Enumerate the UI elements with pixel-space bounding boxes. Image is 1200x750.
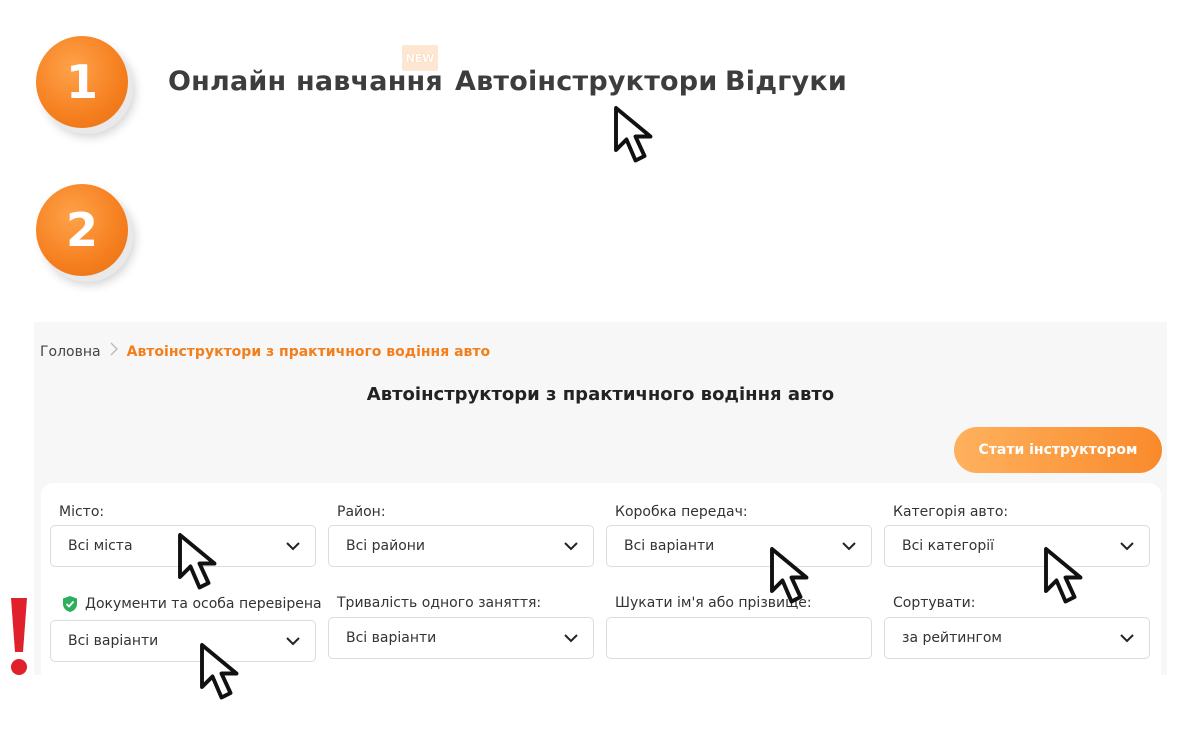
chevron-down-icon — [564, 634, 578, 643]
chevron-down-icon — [1120, 634, 1134, 643]
gearbox-label: Коробка передач: — [615, 504, 748, 520]
verified-value: Всі варіанти — [68, 633, 159, 649]
chevron-down-icon — [842, 542, 856, 551]
district-label: Район: — [337, 504, 386, 520]
become-instructor-button[interactable]: Стати інструктором — [954, 427, 1162, 473]
page-title: Автоінструктори з практичного водіння ав… — [366, 384, 835, 405]
duration-value: Всі варіанти — [346, 630, 437, 646]
breadcrumb: Головна Автоінструктори з практичного вод… — [40, 342, 490, 360]
city-value: Всі міста — [68, 538, 133, 554]
sort-value: за рейтингом — [902, 630, 1002, 646]
mouse-cursor-icon — [1042, 546, 1104, 612]
step-2-number: 2 — [65, 203, 98, 257]
category-select[interactable]: Всі категорії — [884, 525, 1150, 567]
chevron-down-icon — [286, 542, 300, 551]
instructors-page-panel: Головна Автоінструктори з практичного вод… — [34, 322, 1167, 675]
verified-shield-icon — [63, 596, 77, 612]
category-value: Всі категорії — [902, 538, 995, 554]
mouse-cursor-icon — [612, 105, 674, 171]
gearbox-value: Всі варіанти — [624, 538, 715, 554]
nav-reviews[interactable]: Відгуки — [725, 66, 847, 97]
city-label: Місто: — [59, 504, 105, 520]
mouse-cursor-icon — [176, 532, 238, 598]
step-1-badge: 1 — [36, 36, 128, 128]
verified-label: Документи та особа перевірена — [85, 596, 322, 612]
verified-select[interactable]: Всі варіанти — [50, 620, 316, 662]
duration-select[interactable]: Всі варіанти — [328, 617, 594, 659]
duration-label: Тривалість одного заняття: — [337, 595, 542, 611]
chevron-down-icon — [1120, 542, 1134, 551]
step-1-number: 1 — [65, 55, 98, 109]
new-badge-text: NEW — [405, 51, 435, 65]
nav-instructors[interactable]: Автоінструктори — [455, 66, 717, 97]
sort-label: Сортувати: — [893, 595, 976, 611]
exclamation-warning-icon — [11, 598, 27, 675]
mouse-cursor-icon — [768, 546, 830, 612]
chevron-down-icon — [564, 542, 578, 551]
breadcrumb-separator-icon — [109, 342, 119, 360]
district-value: Всі райони — [346, 538, 426, 554]
name-search-input[interactable] — [606, 617, 872, 659]
breadcrumb-home[interactable]: Головна — [40, 344, 101, 360]
new-badge: NEW — [402, 45, 438, 71]
step-2-badge: 2 — [36, 184, 128, 276]
breadcrumb-current: Автоінструктори з практичного водіння ав… — [126, 344, 491, 360]
mouse-cursor-icon — [198, 642, 260, 708]
nav-online-learning[interactable]: Онлайн навчання — [168, 66, 443, 97]
gearbox-select[interactable]: Всі варіанти — [606, 525, 872, 567]
sort-select[interactable]: за рейтингом — [884, 617, 1150, 659]
district-select[interactable]: Всі райони — [328, 525, 594, 567]
category-label: Категорія авто: — [893, 504, 1009, 520]
chevron-down-icon — [286, 637, 300, 646]
